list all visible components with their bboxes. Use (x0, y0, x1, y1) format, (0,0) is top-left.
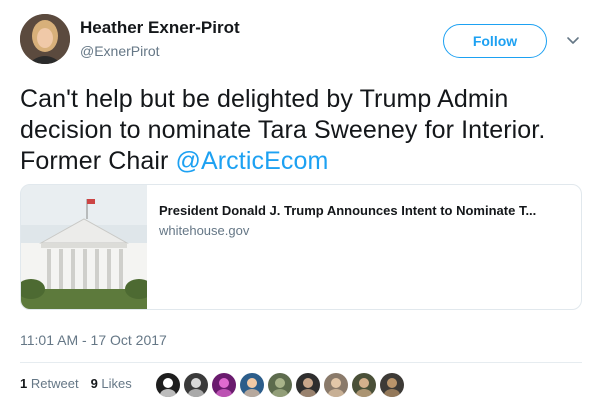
likers-list (156, 373, 404, 397)
link-card[interactable]: President Donald J. Trump Announces Inte… (20, 184, 582, 310)
field-avatar-icon[interactable] (268, 373, 292, 397)
retweet-stat[interactable]: 1 Retweet (20, 376, 79, 391)
arctic-watch-avatar-icon[interactable] (156, 373, 180, 397)
card-image (21, 185, 147, 309)
bearded-avatar-icon[interactable] (352, 373, 376, 397)
card-domain: whitehouse.gov (159, 223, 250, 238)
card-title[interactable]: President Donald J. Trump Announces Inte… (159, 203, 571, 218)
retweet-count: 1 (20, 376, 28, 391)
divider (20, 362, 582, 363)
chevron-down-icon[interactable] (564, 32, 582, 50)
tweet-stats: 1 Retweet 9 Likes (20, 376, 132, 391)
mention-link[interactable]: @ArcticEcom (176, 147, 329, 175)
bw-portrait-avatar-icon[interactable] (184, 373, 208, 397)
book-avatar-icon[interactable] (380, 373, 404, 397)
magenta-avatar-icon[interactable] (212, 373, 236, 397)
tweet-text: Can't help but be delighted by Trump Adm… (20, 84, 580, 177)
author-name[interactable]: Heather Exner-Pirot (80, 18, 240, 38)
follow-button[interactable]: Follow (443, 24, 547, 58)
profile-photo-icon (20, 14, 70, 64)
man-portrait-avatar-icon[interactable] (296, 373, 320, 397)
retweet-label: Retweet (30, 376, 79, 391)
author-handle[interactable]: @ExnerPirot (80, 43, 160, 59)
likes-label: Likes (101, 376, 132, 391)
white-house-icon (21, 185, 147, 309)
tweet-timestamp[interactable]: 11:01 AM - 17 Oct 2017 (20, 332, 167, 348)
glasses-portrait-avatar-icon[interactable] (324, 373, 348, 397)
likes-stat[interactable]: 9 Likes (91, 376, 132, 391)
blue-portrait-avatar-icon[interactable] (240, 373, 264, 397)
likes-count: 9 (90, 376, 98, 391)
author-avatar[interactable] (20, 14, 70, 64)
